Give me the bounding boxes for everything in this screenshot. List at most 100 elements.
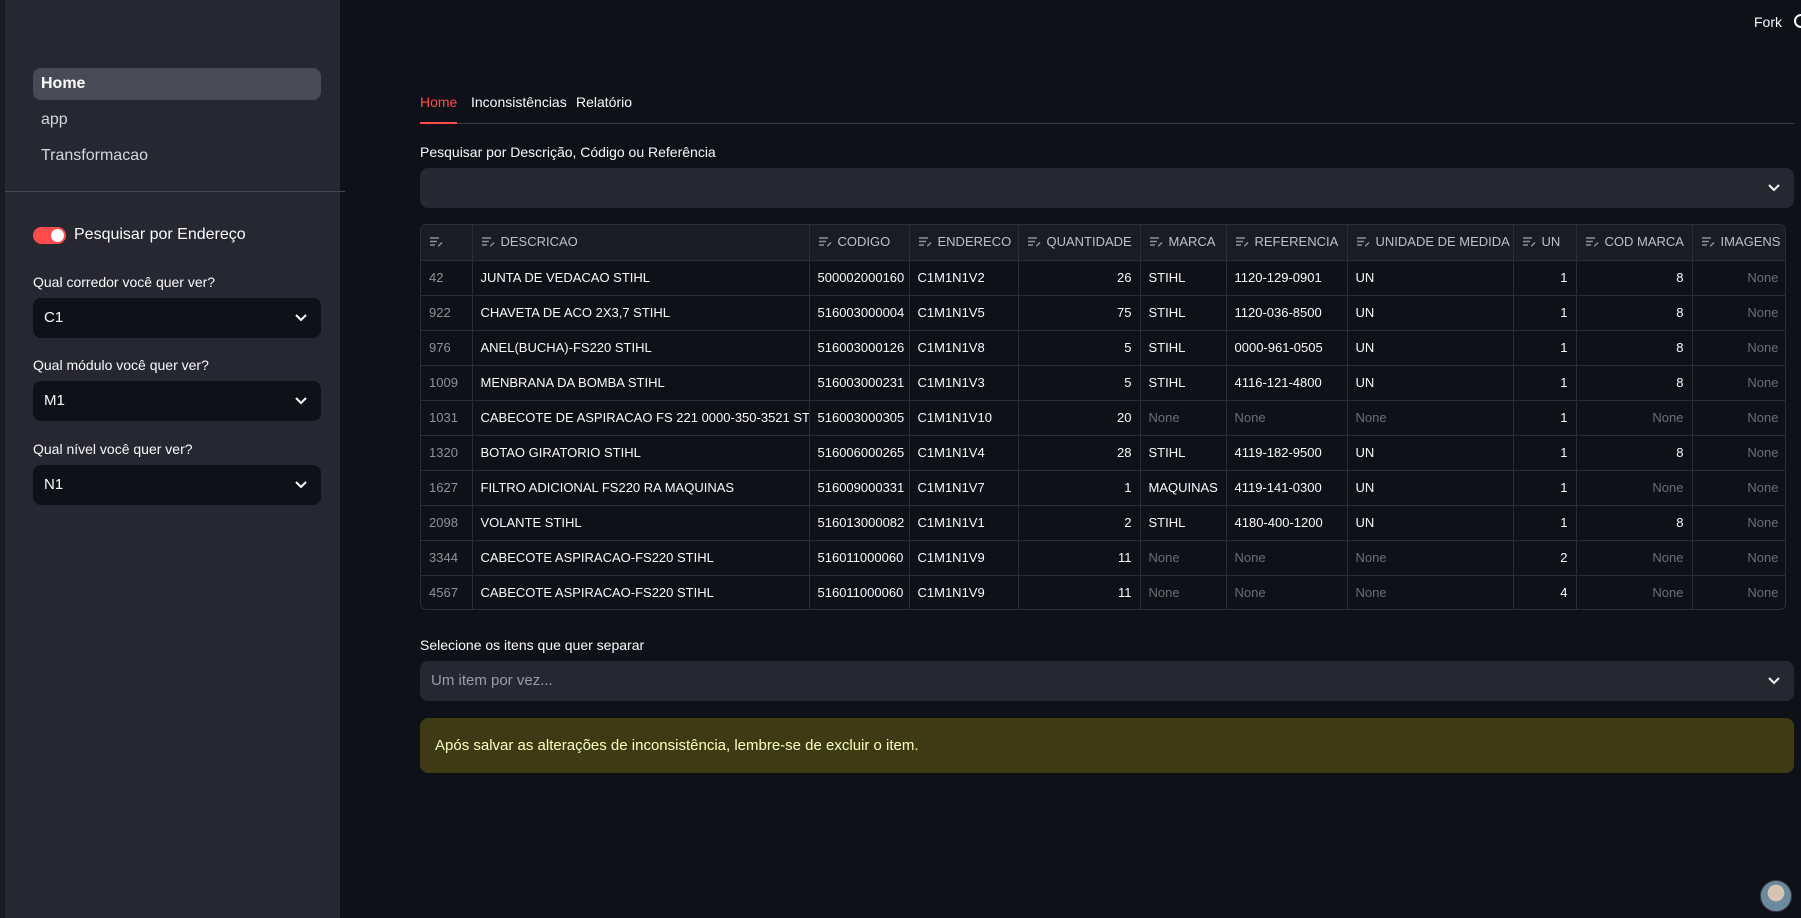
table-cell[interactable]: C1M1N1V9 xyxy=(909,540,1019,576)
tab-relatorio[interactable]: Relatório xyxy=(576,92,632,124)
table-cell[interactable]: None xyxy=(1692,470,1785,506)
table-cell[interactable]: UN xyxy=(1347,505,1514,541)
table-cell[interactable]: C1M1N1V3 xyxy=(909,365,1019,401)
table-cell[interactable]: UN xyxy=(1347,260,1514,296)
table-cell[interactable]: JUNTA DE VEDACAO STIHL xyxy=(472,260,810,296)
multiselect-input[interactable]: Um item por vez... xyxy=(420,661,1794,701)
table-cell[interactable]: 4567 xyxy=(421,575,473,609)
table-cell[interactable]: C1M1N1V10 xyxy=(909,400,1019,436)
table-cell[interactable]: None xyxy=(1692,295,1785,331)
table-cell[interactable]: None xyxy=(1692,260,1785,296)
table-cell[interactable]: UN xyxy=(1347,295,1514,331)
column-header[interactable]: IMAGENS xyxy=(1692,225,1785,261)
table-cell[interactable]: 1031 xyxy=(421,400,473,436)
fork-button[interactable]: Fork xyxy=(1754,14,1782,30)
tab-inconsistencias[interactable]: Inconsistências xyxy=(471,92,567,124)
table-cell[interactable]: 3344 xyxy=(421,540,473,576)
table-cell[interactable]: 500002000160 xyxy=(809,260,910,296)
table-row[interactable]: 976 ANEL(BUCHA)-FS220 STIHL 516003000126 C1… xyxy=(421,330,1785,366)
table-row[interactable]: 1031 CABECOTE DE ASPIRACAO FS 221 0000-35… xyxy=(421,400,1785,436)
table-cell[interactable]: None xyxy=(1140,575,1227,609)
table-cell[interactable]: None xyxy=(1140,400,1227,436)
table-cell[interactable]: 1320 xyxy=(421,435,473,471)
nivel-select[interactable]: N1 xyxy=(33,465,321,505)
table-cell[interactable]: None xyxy=(1692,400,1785,436)
table-cell[interactable]: 516011000060 xyxy=(809,540,910,576)
table-cell[interactable]: 11 xyxy=(1018,575,1141,609)
table-cell[interactable]: None xyxy=(1692,435,1785,471)
table-cell[interactable]: None xyxy=(1347,400,1514,436)
tab-home[interactable]: Home xyxy=(420,92,458,124)
table-cell[interactable]: 4 xyxy=(1513,575,1577,609)
table-cell[interactable]: 516003000004 xyxy=(809,295,910,331)
search-select[interactable] xyxy=(420,168,1794,208)
table-cell[interactable]: 8 xyxy=(1576,435,1693,471)
modulo-select[interactable]: M1 xyxy=(33,381,321,421)
table-cell[interactable]: 1 xyxy=(1513,470,1577,506)
avatar[interactable] xyxy=(1760,880,1792,912)
table-cell[interactable]: 11 xyxy=(1018,540,1141,576)
table-cell[interactable]: STIHL xyxy=(1140,330,1227,366)
table-cell[interactable]: CABECOTE ASPIRACAO-FS220 STIHL xyxy=(472,575,810,609)
table-cell[interactable]: 516006000265 xyxy=(809,435,910,471)
table-row[interactable]: 42 JUNTA DE VEDACAO STIHL 500002000160 C1M1… xyxy=(421,260,1785,296)
table-row[interactable]: 3344 CABECOTE ASPIRACAO-FS220 STIHL 516011… xyxy=(421,540,1785,576)
table-cell[interactable]: 1 xyxy=(1513,365,1577,401)
table-cell[interactable]: 8 xyxy=(1576,260,1693,296)
table-cell[interactable]: STIHL xyxy=(1140,435,1227,471)
table-cell[interactable]: 8 xyxy=(1576,330,1693,366)
table-cell[interactable]: 1120-036-8500 xyxy=(1226,295,1348,331)
table-cell[interactable]: STIHL xyxy=(1140,260,1227,296)
table-cell[interactable]: None xyxy=(1692,505,1785,541)
column-header[interactable]: DESCRICAO xyxy=(472,225,810,261)
data-table[interactable]: DESCRICAO CODIGO ENDERECO QUANTIDADE MARCA RE… xyxy=(420,224,1786,610)
table-cell[interactable]: 8 xyxy=(1576,295,1693,331)
table-cell[interactable]: 1 xyxy=(1018,470,1141,506)
table-cell[interactable]: 8 xyxy=(1576,505,1693,541)
table-cell[interactable]: UN xyxy=(1347,435,1514,471)
table-cell[interactable]: None xyxy=(1140,540,1227,576)
table-cell[interactable]: None xyxy=(1576,540,1693,576)
table-cell[interactable]: C1M1N1V5 xyxy=(909,295,1019,331)
table-cell[interactable]: 5 xyxy=(1018,365,1141,401)
table-cell[interactable]: 5 xyxy=(1018,330,1141,366)
table-cell[interactable]: 2 xyxy=(1513,540,1577,576)
table-cell[interactable]: 1120-129-0901 xyxy=(1226,260,1348,296)
table-cell[interactable]: 1 xyxy=(1513,400,1577,436)
table-cell[interactable]: STIHL xyxy=(1140,295,1227,331)
column-header[interactable]: REFERENCIA xyxy=(1226,225,1348,261)
table-cell[interactable]: None xyxy=(1226,540,1348,576)
table-cell[interactable]: None xyxy=(1576,575,1693,609)
table-row[interactable]: 922 CHAVETA DE ACO 2X3,7 STIHL 51600300000… xyxy=(421,295,1785,331)
table-cell[interactable]: CHAVETA DE ACO 2X3,7 STIHL xyxy=(472,295,810,331)
table-cell[interactable]: UN xyxy=(1347,470,1514,506)
table-cell[interactable]: 1 xyxy=(1513,295,1577,331)
table-cell[interactable]: 4180-400-1200 xyxy=(1226,505,1348,541)
column-header[interactable]: UNIDADE DE MEDIDA xyxy=(1347,225,1514,261)
table-cell[interactable]: None xyxy=(1576,400,1693,436)
table-row[interactable]: 1009 MENBRANA DA BOMBA STIHL 516003000231 C… xyxy=(421,365,1785,401)
column-header[interactable]: ENDERECO xyxy=(909,225,1019,261)
table-cell[interactable]: 42 xyxy=(421,260,473,296)
table-cell[interactable]: 26 xyxy=(1018,260,1141,296)
table-row[interactable]: 1627 FILTRO ADICIONAL FS220 RA MAQUINAS 51… xyxy=(421,470,1785,506)
table-cell[interactable]: 4119-182-9500 xyxy=(1226,435,1348,471)
table-cell[interactable]: 1 xyxy=(1513,505,1577,541)
table-cell[interactable]: 20 xyxy=(1018,400,1141,436)
address-search-toggle[interactable] xyxy=(33,226,66,244)
table-cell[interactable]: None xyxy=(1692,365,1785,401)
table-cell[interactable]: 1 xyxy=(1513,330,1577,366)
table-cell[interactable]: CABECOTE DE ASPIRACAO FS 221 0000-350-35… xyxy=(472,400,810,436)
column-header[interactable]: MARCA xyxy=(1140,225,1227,261)
table-cell[interactable]: None xyxy=(1347,575,1514,609)
table-cell[interactable]: C1M1N1V4 xyxy=(909,435,1019,471)
table-cell[interactable]: None xyxy=(1347,540,1514,576)
sidebar-item-transformacao[interactable]: Transformacao xyxy=(33,140,321,172)
table-cell[interactable]: 516011000060 xyxy=(809,575,910,609)
table-cell[interactable]: 516013000082 xyxy=(809,505,910,541)
github-icon[interactable] xyxy=(1794,14,1801,28)
table-cell[interactable]: 976 xyxy=(421,330,473,366)
sidebar-item-home[interactable]: Home xyxy=(33,68,321,100)
table-cell[interactable]: STIHL xyxy=(1140,365,1227,401)
table-cell[interactable]: 2 xyxy=(1018,505,1141,541)
